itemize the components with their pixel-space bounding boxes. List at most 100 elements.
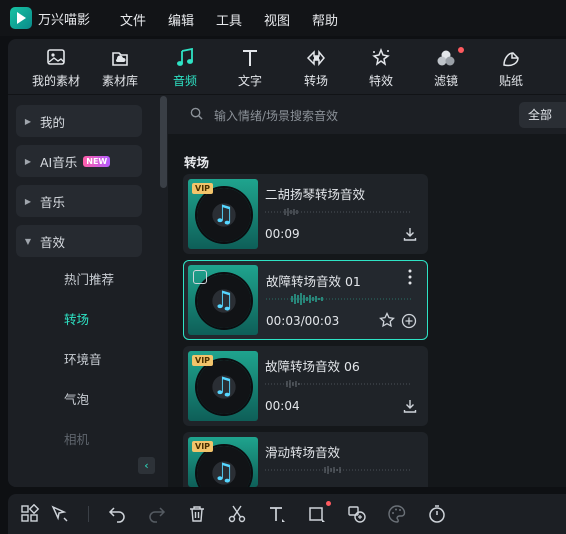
collapse-sidebar-button[interactable]: ‹ [138, 457, 155, 474]
menu-view[interactable]: 视图 [264, 10, 290, 29]
app-logo-icon [10, 7, 32, 29]
caret-down-icon: ▼ [24, 236, 32, 246]
sidebar-item-camera[interactable]: 相机 [64, 429, 89, 448]
tab-transition[interactable]: 转场 [284, 48, 348, 89]
crop-button[interactable] [307, 501, 331, 524]
tab-text[interactable]: 文字 [218, 48, 282, 89]
category-sidebar: ▶ 我的 ▶ AI音乐 NEW ▶ 音乐 ▼ 音效 热门推荐 转场 环境音 气泡… [8, 96, 176, 487]
transition-icon [306, 49, 325, 67]
palette-icon [388, 505, 406, 523]
menu-file[interactable]: 文件 [120, 10, 146, 29]
audio-title: 故障转场音效 06 [265, 359, 360, 374]
filter-dropdown[interactable]: 全部 [519, 102, 566, 128]
notification-dot [326, 501, 331, 506]
new-badge: NEW [83, 155, 111, 167]
scissors-icon [228, 505, 246, 523]
trash-icon [190, 506, 204, 522]
text-icon [243, 50, 257, 66]
more-options-icon[interactable] [407, 269, 413, 285]
sidebar-group-label: 音乐 [40, 194, 66, 210]
sidebar-group-ai-music[interactable]: ▶ AI音乐 NEW [16, 145, 142, 177]
star-icon[interactable] [379, 312, 395, 328]
vip-badge: VIP [192, 183, 214, 194]
sidebar-group-label: AI音乐 [40, 154, 78, 170]
tab-label: 转场 [303, 74, 328, 88]
tab-more-clipped[interactable] [544, 48, 566, 72]
download-icon[interactable] [402, 398, 418, 414]
download-icon[interactable] [402, 226, 418, 242]
tab-label: 音频 [172, 74, 197, 88]
redo-icon [149, 507, 166, 523]
filter-value: 全部 [528, 108, 553, 122]
sidebar-scrollbar[interactable] [160, 96, 167, 188]
audio-card-selected[interactable]: ♫ 故障转场音效 01 00:03/00:03 [183, 260, 428, 340]
color-button[interactable] [387, 504, 407, 524]
cut-button[interactable] [227, 504, 247, 524]
sidebar-item-bubble[interactable]: 气泡 [64, 389, 89, 408]
tab-stickers[interactable]: 贴纸 [479, 48, 543, 89]
music-note-icon: ♫ [213, 458, 235, 486]
music-note-icon [177, 48, 193, 66]
subtitle-button[interactable] [347, 504, 367, 524]
menu-tools[interactable]: 工具 [216, 10, 242, 29]
music-note-icon: ♫ [213, 372, 235, 400]
tab-label: 素材库 [101, 74, 138, 88]
speech-to-text-icon [348, 506, 366, 523]
audio-title: 二胡扬琴转场音效 [265, 187, 366, 202]
redo-button[interactable] [147, 504, 167, 524]
tab-audio[interactable]: 音频 [153, 48, 217, 89]
layout-button[interactable] [20, 503, 40, 524]
sidebar-group-sfx[interactable]: ▼ 音效 [16, 225, 142, 257]
effects-icon [372, 48, 390, 66]
select-tool-button[interactable] [50, 504, 70, 524]
audio-card[interactable]: ♫ VIP 滑动转场音效 [183, 432, 428, 487]
tab-bar: 我的素材 素材库 音频 文字 转场 特效 滤镜 贴纸 [8, 39, 566, 95]
vip-badge: VIP [192, 355, 214, 366]
audio-card[interactable]: ♫ VIP 故障转场音效 06 00:04 [183, 346, 428, 426]
app-name: 万兴喵影 [38, 12, 91, 28]
audio-duration: 00:03/00:03 [266, 314, 340, 328]
sidebar-group-label: 音效 [40, 234, 66, 250]
vip-badge: VIP [192, 441, 214, 452]
notification-dot [458, 47, 464, 53]
audio-thumbnail: ♫ VIP [188, 351, 258, 421]
sidebar-item-ambience[interactable]: 环境音 [64, 349, 102, 368]
menu-help[interactable]: 帮助 [312, 10, 338, 29]
sidebar-group-music[interactable]: ▶ 音乐 [16, 185, 142, 217]
menu-bar: 万兴喵影 文件 编辑 工具 视图 帮助 [0, 0, 566, 36]
text-tool-button[interactable] [267, 504, 287, 524]
tab-label: 特效 [368, 74, 393, 88]
text-tool-icon [270, 507, 285, 522]
caret-right-icon: ▶ [24, 196, 32, 206]
waveform [265, 466, 411, 474]
my-media-icon [47, 49, 65, 65]
tab-effects[interactable]: 特效 [349, 48, 413, 89]
timer-icon [429, 505, 445, 523]
audio-title: 滑动转场音效 [265, 445, 341, 460]
search-input[interactable]: 输入情绪/场景搜索音效 [214, 107, 338, 124]
toolbar-divider [88, 506, 89, 522]
undo-icon [108, 507, 125, 523]
sidebar-group-mine[interactable]: ▶ 我的 [16, 105, 142, 137]
crop-icon [309, 507, 325, 522]
audio-thumbnail: ♫ [188, 265, 258, 335]
menu-edit[interactable]: 编辑 [168, 10, 194, 29]
tab-label: 我的素材 [31, 74, 80, 88]
cursor-icon [51, 505, 68, 522]
undo-button[interactable] [107, 504, 127, 524]
tab-filters[interactable]: 滤镜 [414, 47, 478, 89]
add-circle-icon[interactable] [401, 313, 417, 329]
sidebar-item-transition[interactable]: 转场 [64, 309, 89, 328]
tab-stock[interactable]: 素材库 [88, 48, 152, 89]
tab-label: 文字 [237, 74, 262, 88]
tab-my-media[interactable]: 我的素材 [24, 48, 88, 89]
scan-icon[interactable] [193, 270, 207, 284]
sidebar-group-label: 我的 [40, 114, 66, 130]
waveform [265, 380, 411, 388]
sidebar-item-hot[interactable]: 热门推荐 [64, 269, 114, 288]
music-note-icon: ♫ [213, 200, 235, 228]
section-title: 转场 [184, 155, 210, 170]
audio-card[interactable]: ♫ VIP 二胡扬琴转场音效 00:09 [183, 174, 428, 254]
speed-button[interactable] [427, 504, 447, 524]
delete-button[interactable] [187, 504, 207, 524]
